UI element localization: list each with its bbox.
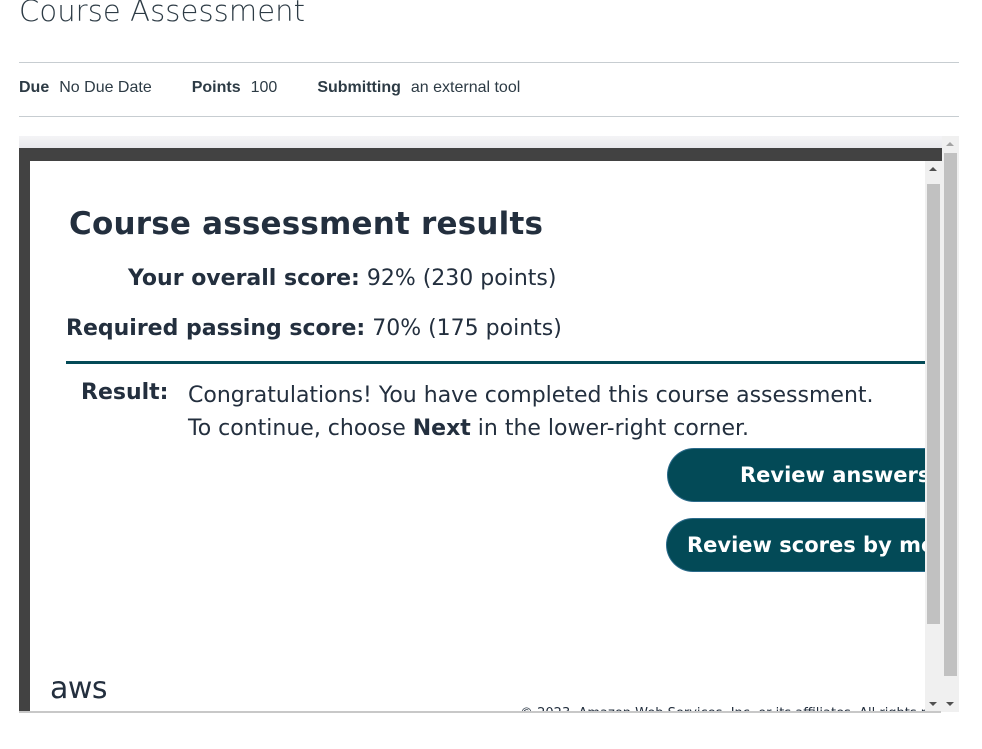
result-line-1: Congratulations! You have completed this… xyxy=(188,383,874,408)
review-answers-button[interactable]: Review answers xyxy=(667,448,926,502)
scroll-up-icon[interactable] xyxy=(946,142,954,146)
outer-scroll-thumb[interactable] xyxy=(944,153,957,676)
submitting-value: an external tool xyxy=(410,79,521,96)
scroll-down-icon[interactable] xyxy=(929,702,937,706)
submitting-label: Submitting xyxy=(317,79,401,96)
frame-bottom-edge xyxy=(19,711,941,713)
scroll-up-icon[interactable] xyxy=(929,167,937,171)
divider-bottom xyxy=(19,116,959,117)
overall-score-label: Your overall score: xyxy=(128,266,360,291)
result-line-2-suffix: in the lower-right corner. xyxy=(470,416,750,441)
external-tool-frame: Course assessment results Your overall s… xyxy=(19,136,959,712)
submitting-detail: Submitting an external tool xyxy=(317,78,520,98)
due-value: No Due Date xyxy=(59,79,152,96)
divider-top xyxy=(19,62,959,63)
result-line-2: To continue, choose Next in the lower-ri… xyxy=(188,412,874,445)
passing-score-label: Required passing score: xyxy=(66,316,366,341)
review-scores-by-module-button[interactable]: Review scores by module xyxy=(666,518,926,572)
assignment-details: Due No Due Date Points 100 Submitting an… xyxy=(19,78,560,98)
inner-scroll-thumb[interactable] xyxy=(927,184,940,624)
next-keyword: Next xyxy=(412,416,471,441)
tool-content: Course assessment results Your overall s… xyxy=(30,161,942,712)
scroll-down-icon[interactable] xyxy=(946,702,954,706)
inner-scrollbar[interactable] xyxy=(925,161,942,712)
points-label: Points xyxy=(191,79,241,96)
results-title: Course assessment results xyxy=(69,206,544,242)
aws-logo: aws xyxy=(50,671,108,706)
points-value: 100 xyxy=(250,79,278,96)
result-message: Congratulations! You have completed this… xyxy=(188,379,874,445)
results-divider xyxy=(66,361,926,364)
overall-score: Your overall score: 92% (230 points) xyxy=(128,265,556,293)
overall-score-value: 92% (230 points) xyxy=(366,266,557,291)
result-line-2-prefix: To continue, choose xyxy=(188,416,413,441)
due-label: Due xyxy=(19,79,50,96)
result-label: Result: xyxy=(81,380,169,405)
passing-score-value: 70% (175 points) xyxy=(372,316,562,341)
due-detail: Due No Due Date xyxy=(19,78,152,98)
tool-app-frame: Course assessment results Your overall s… xyxy=(19,148,942,712)
page-title: Course Assessment xyxy=(19,0,306,28)
points-detail: Points 100 xyxy=(192,78,278,98)
outer-scrollbar[interactable] xyxy=(942,136,959,712)
passing-score: Required passing score: 70% (175 points) xyxy=(66,315,562,343)
